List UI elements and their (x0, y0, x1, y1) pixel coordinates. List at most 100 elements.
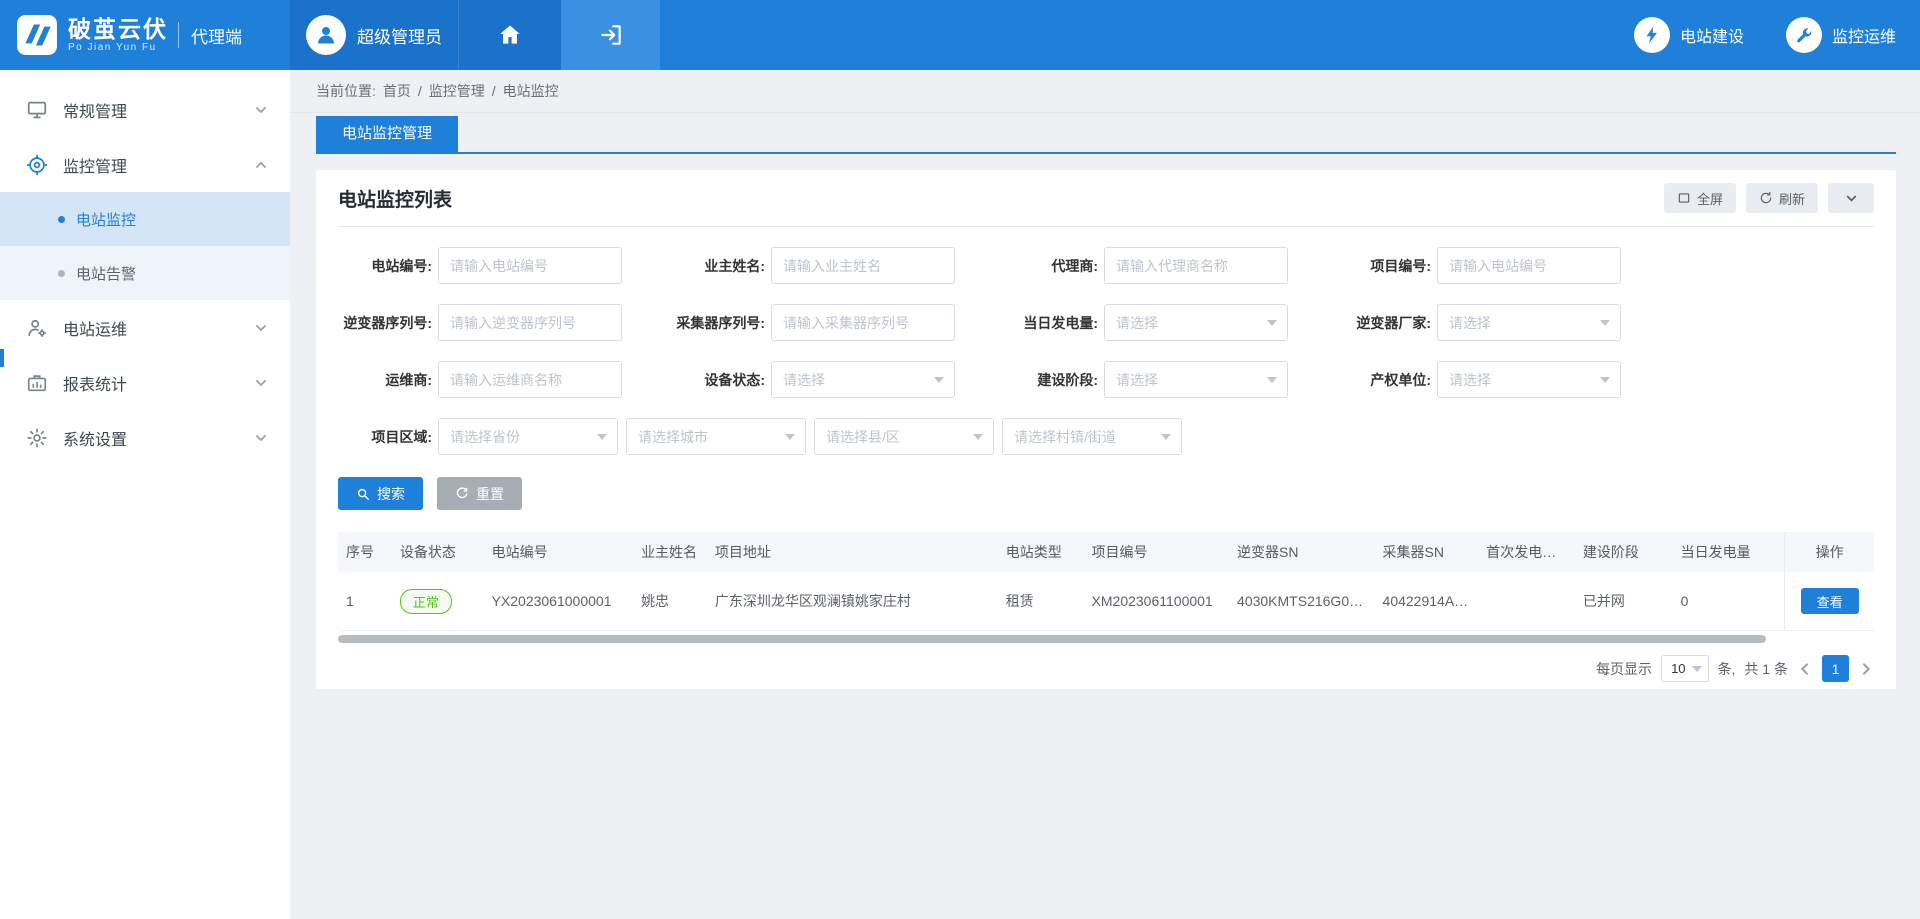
chevron-down-icon (1267, 377, 1277, 383)
page-number-button[interactable]: 1 (1822, 655, 1849, 682)
next-page-button[interactable] (1858, 661, 1874, 677)
cell-station-no: YX2023061000001 (484, 593, 633, 609)
filter-label: 逆变器序列号: (338, 313, 432, 333)
daily-power-select[interactable]: 请选择 (1104, 304, 1288, 341)
select-placeholder: 请选择 (1116, 313, 1158, 333)
reset-button[interactable]: 重置 (437, 477, 522, 510)
sidebar-subitem-station-alarm[interactable]: 电站告警 (0, 246, 290, 300)
filter-row-1: 电站编号: 业主姓名: 代理商: 项目编号: (338, 247, 1874, 284)
inverter-vendor-select[interactable]: 请选择 (1437, 304, 1621, 341)
view-button[interactable]: 查看 (1801, 588, 1859, 614)
nav-station-build[interactable]: 电站建设 (1634, 17, 1744, 53)
col-project-no: 项目编号 (1084, 542, 1230, 562)
region-province-select[interactable]: 请选择省份 (438, 418, 618, 455)
chevron-down-icon (1267, 320, 1277, 326)
breadcrumb-monitoring[interactable]: 监控管理 (429, 81, 485, 101)
region-town-select[interactable]: 请选择村镇/街道 (1002, 418, 1182, 455)
collapse-panel-button[interactable] (1828, 183, 1874, 213)
sidebar-item-system-settings[interactable]: 系统设置 (0, 410, 290, 465)
user-menu[interactable]: 超级管理员 (290, 0, 458, 70)
logo-separator (178, 22, 179, 48)
search-button[interactable]: 搜索 (338, 477, 423, 510)
cell-daily-power: 0 (1673, 593, 1769, 609)
filter-label: 建设阶段: (1004, 370, 1098, 390)
chevron-down-icon (254, 103, 268, 117)
filter-inverter-sn: 逆变器序列号: (338, 304, 622, 341)
sidebar-subitem-label: 电站告警 (76, 263, 136, 284)
main-content: 当前位置: 首页 / 监控管理 / 电站监控 电站监控管理 电站监控列表 全屏 (290, 70, 1920, 919)
filter-inverter-vendor: 逆变器厂家: 请选择 (1337, 304, 1621, 341)
breadcrumb-home[interactable]: 首页 (383, 81, 411, 101)
chevron-down-icon (973, 434, 983, 440)
filter-property-unit: 产权单位: 请选择 (1337, 361, 1621, 398)
chevron-down-icon (1600, 320, 1610, 326)
col-build-stage: 建设阶段 (1575, 542, 1673, 562)
filter-label: 设备状态: (671, 370, 765, 390)
prev-page-button[interactable] (1797, 661, 1813, 677)
filter-label: 运维商: (338, 370, 432, 390)
filter-row-3: 运维商: 设备状态: 请选择 建设阶段: 请选择 (338, 361, 1874, 398)
collector-sn-input[interactable] (771, 304, 955, 341)
select-placeholder: 请选择 (1449, 313, 1491, 333)
filter-label: 项目编号: (1337, 256, 1431, 276)
sidebar: 常规管理 监控管理 电站监控 电站告警 (0, 70, 290, 919)
cell-index: 1 (338, 593, 392, 609)
inverter-sn-input[interactable] (438, 304, 622, 341)
breadcrumb-current: 电站监控 (503, 81, 559, 101)
breadcrumb-separator: / (492, 83, 496, 99)
search-icon (356, 487, 370, 501)
cell-collector-sn: 40422914A3... (1375, 593, 1479, 609)
panel-header: 电站监控列表 全屏 刷新 (316, 170, 1896, 226)
filter-label: 业主姓名: (671, 256, 765, 276)
logout-button[interactable] (561, 0, 660, 70)
station-no-input[interactable] (438, 247, 622, 284)
scrollbar-thumb[interactable] (338, 635, 1766, 643)
region-county-select[interactable]: 请选择县/区 (814, 418, 994, 455)
property-unit-select[interactable]: 请选择 (1437, 361, 1621, 398)
sidebar-subitem-station-monitor[interactable]: 电站监控 (0, 192, 290, 246)
owner-name-input[interactable] (771, 247, 955, 284)
sidebar-item-monitoring-mgmt[interactable]: 监控管理 (0, 137, 290, 192)
logo-icon (16, 14, 58, 56)
filter-device-status: 设备状态: 请选择 (671, 361, 955, 398)
filter-label: 电站编号: (338, 256, 432, 276)
select-placeholder: 请选择县/区 (826, 427, 900, 447)
table-row: 1 正常 YX2023061000001 姚忠 广东深圳龙华区观澜镇姚家庄村 租… (338, 572, 1874, 631)
panel-title: 电站监控列表 (338, 185, 452, 212)
per-page-prefix: 每页显示 (1596, 659, 1652, 679)
top-header: 破茧云伏 Po Jian Yun Fu 代理端 超级管理员 (0, 0, 1920, 70)
col-first-power: 首次发电日期 (1478, 542, 1575, 562)
filter-owner-name: 业主姓名: (671, 247, 955, 284)
project-no-input[interactable] (1437, 247, 1621, 284)
horizontal-scrollbar (338, 635, 1874, 643)
station-table: 序号 设备状态 电站编号 业主姓名 项目地址 电站类型 项目编号 逆变器SN 采… (338, 532, 1874, 631)
refresh-button[interactable]: 刷新 (1746, 183, 1818, 213)
cell-inverter-sn: 4030KMTS216G0213... (1229, 593, 1375, 609)
col-index: 序号 (338, 542, 392, 562)
ops-vendor-input[interactable] (438, 361, 622, 398)
agent-input[interactable] (1104, 247, 1288, 284)
device-status-select[interactable]: 请选择 (771, 361, 955, 398)
home-button[interactable] (458, 0, 561, 70)
nav-monitor-ops[interactable]: 监控运维 (1786, 17, 1896, 53)
build-stage-select[interactable]: 请选择 (1104, 361, 1288, 398)
sidebar-item-station-ops[interactable]: 电站运维 (0, 300, 290, 355)
logo-subtitle: Po Jian Yun Fu (68, 42, 168, 53)
sidebar-item-general-mgmt[interactable]: 常规管理 (0, 82, 290, 137)
filter-agent: 代理商: (1004, 247, 1288, 284)
fullscreen-button[interactable]: 全屏 (1664, 183, 1736, 213)
radar-icon (26, 154, 48, 176)
nav-monitor-ops-label: 监控运维 (1832, 23, 1896, 47)
chevron-down-icon (1692, 666, 1702, 672)
filter-project-region: 项目区域: 请选择省份 请选择城市 请选择县/区 (338, 418, 1190, 455)
tab-bar: 电站监控管理 (316, 116, 1896, 154)
reset-icon (455, 487, 469, 501)
select-placeholder: 请选择 (783, 370, 825, 390)
region-city-select[interactable]: 请选择城市 (626, 418, 806, 455)
sidebar-item-report-stats[interactable]: 报表统计 (0, 355, 290, 410)
filter-label: 项目区域: (338, 427, 432, 447)
page-size-select[interactable]: 10 (1661, 655, 1708, 682)
col-inverter-sn: 逆变器SN (1229, 542, 1375, 562)
cell-owner: 姚忠 (633, 591, 707, 611)
tab-station-monitor-mgmt[interactable]: 电站监控管理 (316, 116, 458, 152)
